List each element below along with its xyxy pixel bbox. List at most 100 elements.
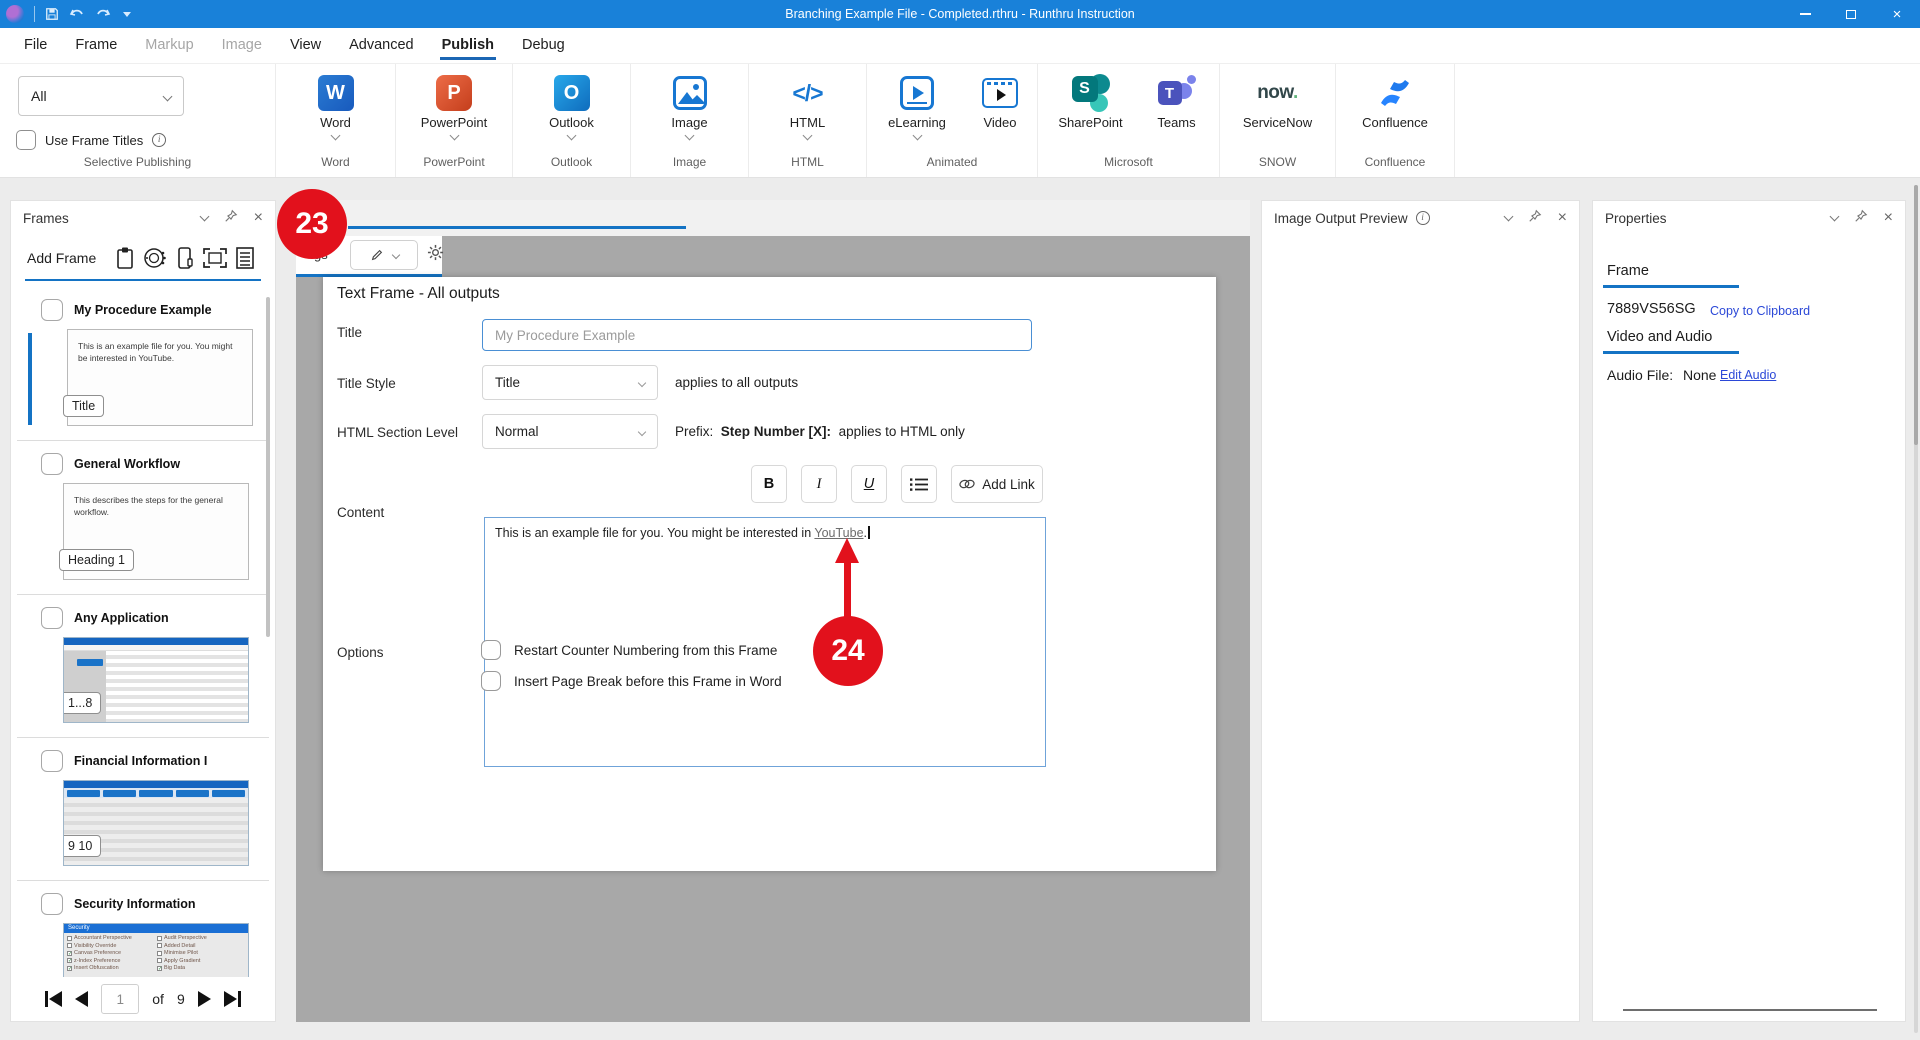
use-frame-titles-checkbox[interactable] xyxy=(16,130,36,150)
bold-button[interactable]: B xyxy=(751,465,787,503)
close-icon[interactable]: × xyxy=(1558,210,1567,226)
html-section-level-label: HTML Section Level xyxy=(337,425,458,440)
restart-counter-checkbox[interactable] xyxy=(481,640,501,660)
close-button[interactable]: × xyxy=(1874,0,1920,28)
frame-list-item-security-information[interactable]: Security Information Security Accountant… xyxy=(17,880,269,977)
content-format-toolbar: B I U Add Link xyxy=(751,465,1043,503)
group-label: PowerPoint xyxy=(396,155,512,169)
title-input[interactable] xyxy=(482,319,1032,351)
add-clipboard-frame-button[interactable] xyxy=(110,244,140,272)
html-section-level-select[interactable]: Normal xyxy=(482,414,658,449)
step-range-badge: 9 10 xyxy=(63,835,101,857)
next-page-button[interactable] xyxy=(198,991,211,1007)
pin-icon[interactable] xyxy=(224,209,238,228)
annotation-arrow-shaft xyxy=(844,562,851,618)
menu-publish[interactable]: Publish xyxy=(432,30,504,61)
chevron-down-icon xyxy=(449,131,459,141)
group-label: Selective Publishing xyxy=(0,155,275,169)
page-number-input[interactable]: 1 xyxy=(101,984,139,1014)
frame-list-item-financial-information[interactable]: Financial Information I 9 10 xyxy=(17,737,269,880)
frame-thumbnail[interactable]: This is an example file for you. You mig… xyxy=(67,329,253,426)
text-cursor xyxy=(868,526,870,539)
group-label: Word xyxy=(276,155,395,169)
italic-button[interactable]: I xyxy=(801,465,837,503)
frame-checkbox[interactable] xyxy=(41,750,63,772)
frame-thumbnail-screenshot[interactable]: 9 10 xyxy=(63,780,249,866)
page-of-label: of xyxy=(152,991,164,1007)
maximize-button[interactable] xyxy=(1828,0,1874,28)
frame-section-title: Frame xyxy=(1607,263,1649,279)
menu-file[interactable]: File xyxy=(14,30,57,61)
frame-checkbox[interactable] xyxy=(41,607,63,629)
edit-pencil-button[interactable] xyxy=(350,240,418,270)
window-scrollbar[interactable] xyxy=(1914,185,1918,1033)
close-icon[interactable]: × xyxy=(254,210,263,226)
last-page-button[interactable] xyxy=(224,991,241,1007)
mini-window-titlebar xyxy=(64,781,248,788)
publish-filter-select[interactable]: All xyxy=(18,76,184,116)
frames-panel: Frames × Add Frame My xyxy=(10,200,276,1022)
frame-list-scrollbar[interactable] xyxy=(266,297,270,637)
video-icon xyxy=(982,78,1018,108)
editor-tab-strip xyxy=(296,200,1250,236)
gear-icon[interactable] xyxy=(427,244,444,266)
frame-checkbox[interactable] xyxy=(41,893,63,915)
mini-window-buttons xyxy=(64,788,248,798)
style-badge: Title xyxy=(63,395,104,417)
sharepoint-icon: S xyxy=(1072,74,1110,112)
add-capture-frame-button[interactable] xyxy=(140,244,170,272)
pin-icon[interactable] xyxy=(1854,209,1868,228)
pencil-icon xyxy=(370,248,384,262)
add-device-frame-button[interactable] xyxy=(170,244,200,272)
image-icon xyxy=(673,76,707,110)
chevron-down-icon xyxy=(803,131,813,141)
outlook-icon: O xyxy=(554,75,590,111)
confluence-icon xyxy=(1378,77,1412,109)
chevron-down-icon[interactable] xyxy=(1503,212,1513,222)
menu-view[interactable]: View xyxy=(280,30,331,61)
chevron-down-icon xyxy=(163,91,173,101)
menu-frame[interactable]: Frame xyxy=(65,30,127,61)
frame-checkbox[interactable] xyxy=(41,299,63,321)
minimize-button[interactable] xyxy=(1782,0,1828,28)
content-field-label: Content xyxy=(337,505,384,520)
restart-counter-label: Restart Counter Numbering from this Fram… xyxy=(514,643,777,658)
add-selection-frame-button[interactable] xyxy=(200,244,230,272)
chevron-down-icon xyxy=(638,427,646,435)
previous-page-button[interactable] xyxy=(75,991,88,1007)
copy-to-clipboard-link[interactable]: Copy to Clipboard xyxy=(1710,304,1810,318)
list-icon xyxy=(910,477,928,492)
properties-panel: Properties × Frame 7889VS56SG Copy to Cl… xyxy=(1592,200,1906,1022)
close-icon[interactable]: × xyxy=(1884,210,1893,226)
frame-checkbox[interactable] xyxy=(41,453,63,475)
page-break-checkbox[interactable] xyxy=(481,671,501,691)
frame-thumbnail-screenshot[interactable]: 1...8 xyxy=(63,637,249,723)
link-icon xyxy=(959,478,975,490)
chevron-down-icon xyxy=(638,378,646,386)
add-link-button[interactable]: Add Link xyxy=(951,465,1043,503)
underline-button[interactable]: U xyxy=(851,465,887,503)
add-frame-label: Add Frame xyxy=(27,250,96,266)
edit-audio-link[interactable]: Edit Audio xyxy=(1720,368,1776,382)
bullet-list-button[interactable] xyxy=(901,465,937,503)
frame-list-item-general-workflow[interactable]: General Workflow This describes the step… xyxy=(17,440,269,594)
frame-thumbnail[interactable]: This describes the steps for the general… xyxy=(63,483,249,580)
frame-list-item-my-procedure-example[interactable]: My Procedure Example This is an example … xyxy=(11,287,275,440)
powerpoint-icon: P xyxy=(436,75,472,111)
chevron-down-icon[interactable] xyxy=(199,212,209,222)
frame-list-item-any-application[interactable]: Any Application 1...8 xyxy=(17,594,269,737)
chevron-down-icon[interactable] xyxy=(1829,212,1839,222)
title-style-select[interactable]: Title xyxy=(482,365,658,400)
image-output-preview-panel: Image Output Preview i × xyxy=(1261,200,1580,1022)
frame-edit-page: Text Frame - All outputs Title Title Sty… xyxy=(323,277,1216,871)
menu-debug[interactable]: Debug xyxy=(512,30,575,61)
frame-thumbnail-screenshot[interactable]: Security Accountant Perspective Visibili… xyxy=(63,923,249,977)
group-label: Animated xyxy=(867,155,1037,169)
group-label: Outlook xyxy=(513,155,630,169)
menu-advanced[interactable]: Advanced xyxy=(339,30,424,61)
first-page-button[interactable] xyxy=(45,991,62,1007)
chevron-down-icon xyxy=(912,131,922,141)
add-document-frame-button[interactable] xyxy=(230,244,260,272)
pin-icon[interactable] xyxy=(1528,209,1542,228)
word-icon: W xyxy=(318,75,354,111)
